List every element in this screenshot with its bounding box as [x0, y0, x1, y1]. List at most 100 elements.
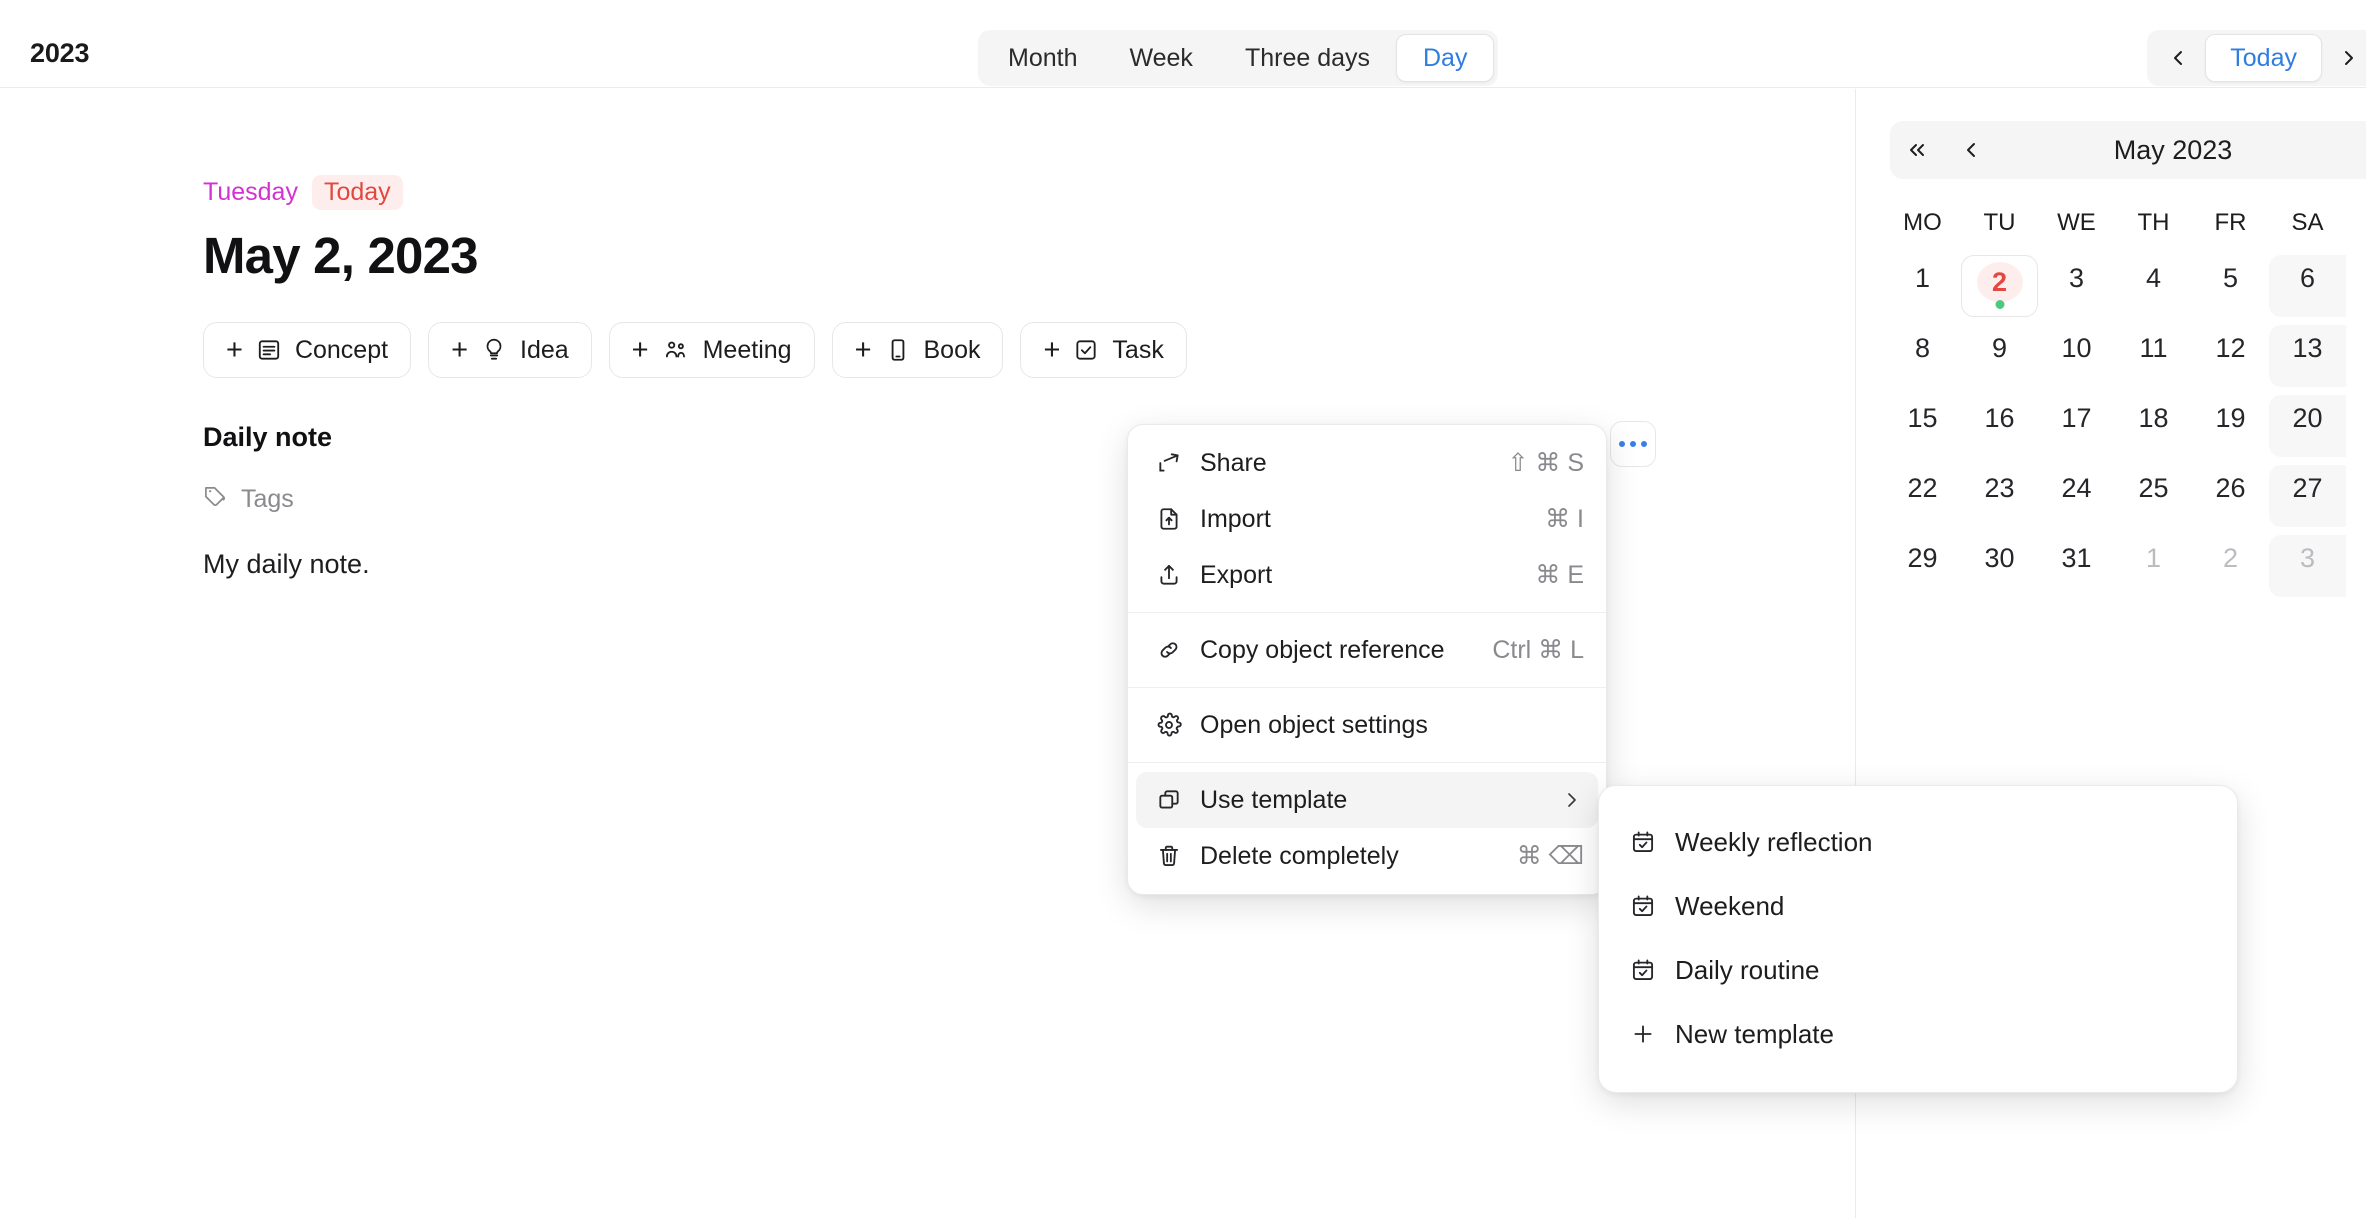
menu-item-label: Use template: [1200, 785, 1348, 814]
calendar-day-cell[interactable]: 10: [2038, 325, 2115, 387]
menu-item-export[interactable]: Export ⌘ E: [1136, 547, 1598, 603]
calendar-day-cell[interactable]: 18: [2115, 395, 2192, 457]
calendar-day-number: 1: [1914, 263, 1931, 293]
today-badge: Today: [311, 175, 403, 210]
calendar-day-number: 30: [1984, 543, 2015, 573]
menu-item-label: Import: [1200, 504, 1271, 533]
calendar-day-number: 2: [1976, 262, 2023, 302]
calendar-day-cell[interactable]: 29: [1884, 535, 1961, 597]
menu-item-delete-completely[interactable]: Delete completely ⌘ ⌫: [1136, 828, 1598, 884]
calendar-day-cell[interactable]: 13: [2269, 325, 2346, 387]
calendar-day-cell[interactable]: 3: [2038, 255, 2115, 317]
calendar-day-cell[interactable]: 16: [1961, 395, 2038, 457]
calendar-week-row: 8 9 10 11 12 13: [1884, 325, 2366, 387]
calendar-day-cell[interactable]: 17: [2038, 395, 2115, 457]
calendar-day-cell[interactable]: 1: [1884, 255, 1961, 317]
calendar-day-cell[interactable]: 15: [1884, 395, 1961, 457]
gear-icon: [1154, 712, 1184, 738]
calendar-day-cell[interactable]: 5: [2192, 255, 2269, 317]
calendar-day-cell[interactable]: 24: [2038, 465, 2115, 527]
calendar-day-cell[interactable]: 12: [2192, 325, 2269, 387]
next-day-button[interactable]: [2322, 34, 2366, 82]
calendar-day-cell[interactable]: 22: [1884, 465, 1961, 527]
menu-item-shortcut: ⌘ I: [1545, 505, 1584, 533]
tag-icon: [203, 484, 227, 515]
view-tab-three-days[interactable]: Three days: [1219, 34, 1396, 82]
template-item-label: New template: [1675, 1018, 1834, 1049]
calendar-day-cell[interactable]: 8: [1884, 325, 1961, 387]
today-button[interactable]: Today: [2205, 34, 2322, 82]
import-icon: [1154, 506, 1184, 532]
add-meeting-chip[interactable]: + Meeting: [608, 322, 815, 378]
calendar-day-number: 26: [2215, 473, 2246, 503]
calendar-day-cell[interactable]: 31: [2038, 535, 2115, 597]
calendar-day-number: 15: [1907, 403, 1938, 433]
menu-item-share[interactable]: Share ⇧ ⌘ S: [1136, 435, 1598, 491]
chevron-right-icon: [1560, 788, 1584, 812]
add-concept-chip[interactable]: + Concept: [203, 322, 412, 378]
more-options-button[interactable]: [1610, 421, 1656, 467]
calendar-day-view-app: 2023 Month Week Three days Day Today Tuesda…: [0, 0, 2366, 1218]
plus-icon: [1629, 1021, 1657, 1047]
calendar-weekday-header: MO TU WE TH FR SA: [1884, 199, 2366, 247]
calendar-day-cell[interactable]: 26: [2192, 465, 2269, 527]
template-item-label: Daily routine: [1675, 954, 1820, 985]
view-tab-month[interactable]: Month: [982, 34, 1103, 82]
calendar-day-cell[interactable]: 25: [2115, 465, 2192, 527]
calendar-weekday-mo: MO: [1903, 209, 1942, 236]
calendar-day-number: 6: [2299, 263, 2316, 293]
year-label: 2023: [30, 38, 90, 68]
calendar-prev-month-button[interactable]: [1944, 138, 1998, 162]
calendar-day-cell[interactable]: 2: [2192, 535, 2269, 597]
calendar-day-number: 23: [1984, 473, 2015, 503]
calendar-day-cell[interactable]: 11: [2115, 325, 2192, 387]
template-item-daily-routine[interactable]: Daily routine: [1599, 938, 2237, 1002]
calendar-month-label: May 2023: [2113, 134, 2233, 165]
calendar-day-cell[interactable]: 23: [1961, 465, 2038, 527]
calendar-day-cell[interactable]: 3: [2269, 535, 2346, 597]
chip-label: Book: [923, 335, 981, 364]
menu-item-open-object-settings[interactable]: Open object settings: [1136, 697, 1598, 753]
calendar-day-cell[interactable]: 20: [2269, 395, 2346, 457]
calendar-day-number: 1: [2145, 543, 2162, 573]
view-tab-day[interactable]: Day: [1396, 34, 1495, 82]
menu-item-import[interactable]: Import ⌘ I: [1136, 491, 1598, 547]
calendar-day-cell[interactable]: 19: [2192, 395, 2269, 457]
calendar-day-cell[interactable]: 1: [2115, 535, 2192, 597]
calendar-check-icon: [1629, 957, 1657, 983]
chip-label: Concept: [294, 335, 389, 364]
calendar-first-month-button[interactable]: [1890, 138, 1944, 162]
calendar-check-icon: [1629, 829, 1657, 855]
dot-3: [1641, 441, 1647, 447]
template-item-weekly-reflection[interactable]: Weekly reflection: [1599, 810, 2237, 874]
menu-item-copy-object-reference[interactable]: Copy object reference Ctrl ⌘ L: [1136, 622, 1598, 678]
calendar-day-cell[interactable]: 30: [1961, 535, 2038, 597]
template-item-weekend[interactable]: Weekend: [1599, 874, 2237, 938]
object-type-chips: + Concept + Idea + Meeting + Book + Task: [203, 322, 1803, 378]
calendar-header: May 2023: [1890, 121, 2366, 179]
weekday-label: Tuesday: [203, 178, 298, 206]
calendar-next-month-button[interactable]: [2356, 138, 2366, 162]
menu-item-use-template[interactable]: Use template: [1136, 772, 1598, 828]
top-bar: 2023 Month Week Three days Day Today: [0, 0, 2366, 88]
view-tab-week[interactable]: Week: [1103, 34, 1218, 82]
previous-day-button[interactable]: [2151, 34, 2205, 82]
add-book-chip[interactable]: + Book: [831, 322, 1004, 378]
template-item-new-template[interactable]: New template: [1599, 1002, 2237, 1066]
calendar-day-cell[interactable]: 6: [2269, 255, 2346, 317]
calendar-day-number: 16: [1984, 403, 2015, 433]
calendar-week-row: 1 2 3 4 5 6: [1884, 255, 2366, 317]
menu-item-label: Share: [1200, 448, 1267, 477]
calendar-day-cell[interactable]: 27: [2269, 465, 2346, 527]
chip-label: Meeting: [702, 335, 792, 364]
trash-icon: [1154, 843, 1184, 869]
calendar-week-row: 15 16 17 18 19 20: [1884, 395, 2366, 457]
calendar-day-cell[interactable]: 9: [1961, 325, 2038, 387]
calendar-day-cell[interactable]: 2: [1961, 255, 2038, 317]
calendar-day-cell[interactable]: 4: [2115, 255, 2192, 317]
add-task-chip[interactable]: + Task: [1020, 322, 1187, 378]
plus-icon: +: [1043, 333, 1061, 366]
calendar-day-number: 24: [2061, 473, 2092, 503]
tags-field[interactable]: Tags: [203, 484, 294, 515]
add-idea-chip[interactable]: + Idea: [428, 322, 592, 378]
